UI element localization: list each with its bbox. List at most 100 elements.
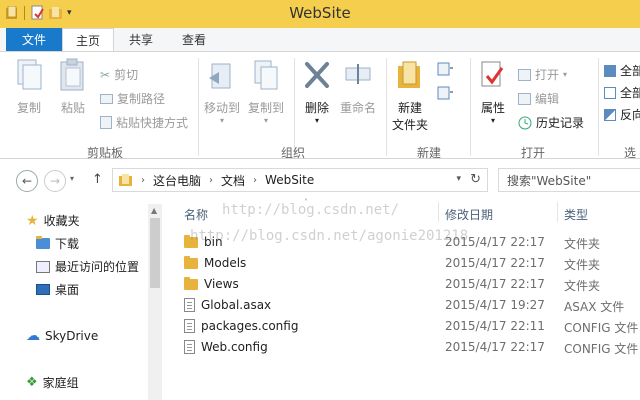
- nav-pane-scrollbar[interactable]: ▲: [148, 204, 162, 400]
- breadcrumb-website[interactable]: WebSite: [265, 173, 314, 187]
- rename-icon: [345, 64, 371, 84]
- file-row[interactable]: packages.config 2015/4/17 22:11 CONFIG 文…: [166, 316, 640, 337]
- back-arrow-icon: ←: [21, 174, 33, 188]
- folder-icon: [184, 255, 198, 269]
- copy-button[interactable]: 复制: [14, 58, 44, 116]
- folder-icon: [184, 276, 198, 290]
- tab-share[interactable]: 共享: [118, 28, 164, 52]
- breadcrumb-documents[interactable]: 文档: [221, 172, 245, 189]
- address-bar[interactable]: › 这台电脑 › 文档 › WebSite ▾ ↻: [112, 168, 488, 192]
- group-divider: [198, 58, 199, 156]
- group-divider: [386, 58, 387, 156]
- address-dropdown-icon[interactable]: ▾: [456, 174, 461, 184]
- new-folder-button[interactable]: 新建 文件夹: [392, 58, 428, 133]
- nav-recent-places[interactable]: 最近访问的位置: [36, 258, 139, 275]
- file-type: 文件夹: [564, 237, 601, 251]
- nav-desktop[interactable]: 桌面: [36, 281, 79, 298]
- easy-access-icon: [437, 86, 453, 100]
- column-header-date[interactable]: 修改日期: [445, 206, 493, 223]
- refresh-icon[interactable]: ↻: [470, 172, 481, 187]
- sort-ascending-icon: ˄: [304, 198, 308, 207]
- file-name: bin: [204, 235, 223, 249]
- dropdown-arrow-icon: ▾: [490, 116, 495, 125]
- history-button[interactable]: 历史记录: [518, 114, 584, 131]
- properties-icon: [481, 61, 504, 87]
- copy-to-button[interactable]: 复制到 ▾: [248, 58, 284, 125]
- file-date: 2015/4/17 22:11: [445, 319, 545, 333]
- star-icon: ★: [26, 212, 39, 229]
- navigation-pane: ★ 收藏夹 下载 最近访问的位置 桌面 ☁ SkyDrive ❖ 家庭组: [0, 198, 164, 400]
- copy-path-button[interactable]: 复制路径: [100, 90, 165, 107]
- scroll-thumb[interactable]: [150, 218, 160, 288]
- file-row[interactable]: bin 2015/4/17 22:17 文件夹: [166, 232, 640, 253]
- tab-file[interactable]: 文件: [6, 28, 62, 52]
- new-item-button[interactable]: [436, 62, 454, 76]
- file-type: CONFIG 文件: [564, 321, 639, 335]
- file-type: 文件夹: [564, 279, 601, 293]
- invert-selection-icon: [604, 108, 616, 121]
- breadcrumb-separator-icon: ›: [141, 174, 145, 186]
- nav-homegroup[interactable]: ❖ 家庭组: [26, 374, 79, 391]
- file-row[interactable]: Web.config 2015/4/17 22:17 CONFIG 文件: [166, 337, 640, 358]
- paste-button[interactable]: 粘贴: [58, 58, 88, 116]
- group-label-open: 打开: [520, 146, 545, 160]
- move-to-icon: [209, 63, 231, 89]
- column-divider[interactable]: [438, 202, 439, 222]
- nav-downloads[interactable]: 下载: [36, 235, 79, 252]
- paste-shortcut-button[interactable]: 粘贴快捷方式: [100, 114, 188, 131]
- file-icon: [184, 298, 195, 312]
- scroll-up-icon[interactable]: ▲: [151, 206, 157, 215]
- up-arrow-icon[interactable]: ↑: [92, 172, 103, 187]
- desktop-icon: [36, 284, 50, 295]
- file-row[interactable]: Global.asax 2015/4/17 19:27 ASAX 文件: [166, 295, 640, 316]
- group-label-new: 新建: [416, 146, 441, 160]
- breadcrumb-this-pc[interactable]: 这台电脑: [153, 172, 201, 189]
- open-icon: [518, 68, 531, 81]
- delete-button[interactable]: 删除 ▾: [302, 58, 332, 125]
- file-name: Web.config: [201, 340, 268, 354]
- search-input[interactable]: 搜索"WebSite": [498, 168, 640, 192]
- file-name: Global.asax: [201, 298, 272, 312]
- file-type: ASAX 文件: [564, 300, 625, 314]
- file-row[interactable]: Views 2015/4/17 22:17 文件夹: [166, 274, 640, 295]
- dropdown-arrow-icon: ▾: [563, 70, 568, 79]
- nav-favorites[interactable]: ★ 收藏夹: [26, 212, 80, 229]
- properties-button[interactable]: 属性 ▾: [478, 58, 508, 125]
- nav-skydrive[interactable]: ☁ SkyDrive: [26, 328, 98, 344]
- tab-view[interactable]: 查看: [168, 28, 220, 52]
- edit-button[interactable]: 编辑: [518, 90, 559, 107]
- select-none-button[interactable]: 全部: [604, 84, 640, 101]
- rename-button[interactable]: 重命名: [340, 58, 376, 116]
- file-type: CONFIG 文件: [564, 342, 639, 356]
- history-icon: [518, 116, 532, 129]
- file-name: Views: [204, 277, 239, 291]
- back-button[interactable]: ←: [16, 170, 38, 192]
- breadcrumb-separator-icon: ›: [209, 174, 214, 186]
- new-folder-icon: [398, 61, 420, 88]
- open-button[interactable]: 打开 ▾: [518, 66, 567, 83]
- move-to-button[interactable]: 移动到 ▾: [204, 58, 240, 125]
- easy-access-button[interactable]: [436, 86, 454, 100]
- homegroup-icon: ❖: [26, 375, 38, 390]
- recent-locations-icon[interactable]: ▾: [70, 174, 74, 183]
- folder-icon: [184, 234, 198, 248]
- recent-places-icon: [36, 260, 50, 273]
- file-name: packages.config: [201, 319, 299, 333]
- column-header-type[interactable]: 类型: [564, 206, 588, 223]
- tab-home[interactable]: 主页: [62, 28, 114, 52]
- column-divider[interactable]: [557, 202, 558, 222]
- select-all-button[interactable]: 全部: [604, 62, 640, 79]
- column-header-name[interactable]: 名称: [184, 206, 208, 223]
- copy-to-icon: [254, 60, 278, 90]
- ribbon: 复制 粘贴 ✂ 剪切 复制路径 粘贴快捷方式 剪贴板 移动到 ▾ 复制到 ▾ 删…: [0, 51, 640, 160]
- cut-button[interactable]: ✂ 剪切: [100, 66, 138, 83]
- select-all-icon: [604, 64, 616, 77]
- file-row[interactable]: Models 2015/4/17 22:17 文件夹: [166, 253, 640, 274]
- invert-selection-button[interactable]: 反向: [604, 106, 640, 123]
- window-title: WebSite: [289, 4, 351, 22]
- breadcrumb-separator-icon: ›: [253, 174, 258, 186]
- file-list: 名称 ˄ 修改日期 类型 bin 2015/4/17 22:17 文件夹 Mod…: [166, 198, 640, 400]
- forward-button[interactable]: →: [44, 170, 66, 192]
- group-label-select: 选: [623, 146, 636, 160]
- new-item-icon: [437, 62, 453, 76]
